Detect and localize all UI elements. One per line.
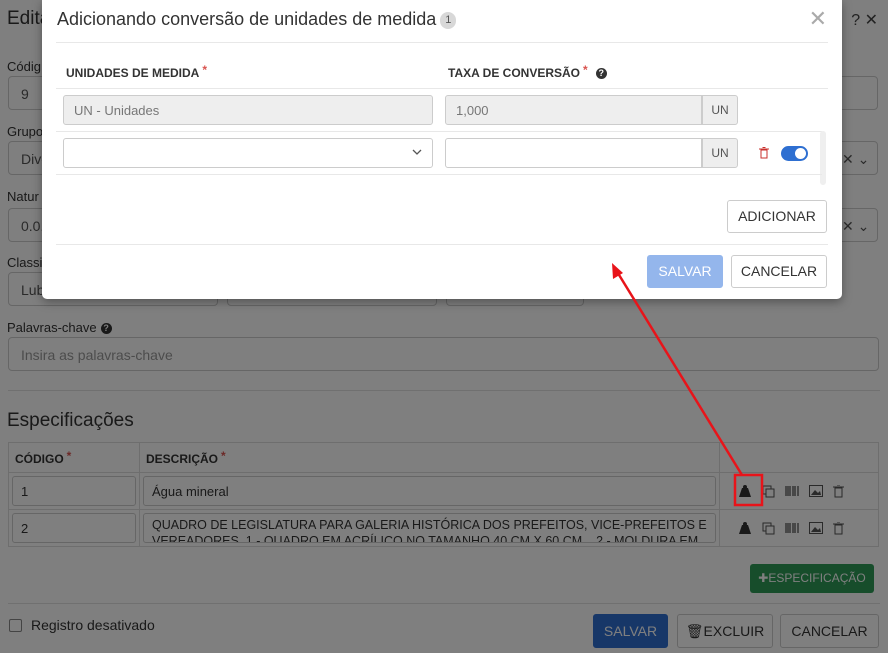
unit-conversion-modal: Adicionando conversão de unidades de med… (42, 0, 842, 299)
divider (56, 42, 828, 43)
rate-input[interactable] (445, 138, 702, 168)
unit-suffix: UN (702, 95, 738, 125)
scrollbar[interactable] (820, 131, 826, 185)
divider (56, 131, 822, 132)
col-units-label: UNIDADES DE MEDIDA (66, 66, 200, 80)
add-button[interactable]: ADICIONAR (727, 200, 827, 233)
cancel-button[interactable]: CANCELAR (731, 255, 827, 288)
col-rate: TAXA DE CONVERSÃO *? (448, 63, 607, 80)
rate-field: 1,000 (445, 95, 702, 125)
divider (56, 174, 822, 175)
unit-suffix: UN (702, 138, 738, 168)
trash-icon[interactable] (759, 147, 769, 159)
divider (56, 244, 828, 245)
help-icon[interactable]: ? (595, 68, 607, 80)
chevron-down-icon (412, 149, 422, 155)
unit-field: UN - Unidades (63, 95, 433, 125)
active-toggle[interactable] (781, 146, 808, 161)
divider (56, 88, 828, 89)
save-button[interactable]: SALVAR (647, 255, 723, 288)
rate-value: 1,000 (456, 103, 489, 118)
unit-select[interactable] (63, 138, 433, 168)
required-mark: * (202, 63, 208, 77)
count-badge: 1 (440, 12, 457, 29)
required-mark: * (583, 63, 588, 77)
col-rate-label: TAXA DE CONVERSÃO (448, 66, 581, 80)
modal-title: Adicionando conversão de unidades de med… (57, 9, 457, 30)
col-units: UNIDADES DE MEDIDA * (66, 63, 207, 80)
close-icon[interactable]: ✕ (809, 8, 827, 30)
modal-title-text: Adicionando conversão de unidades de med… (57, 9, 437, 29)
unit-value: UN - Unidades (74, 103, 160, 118)
